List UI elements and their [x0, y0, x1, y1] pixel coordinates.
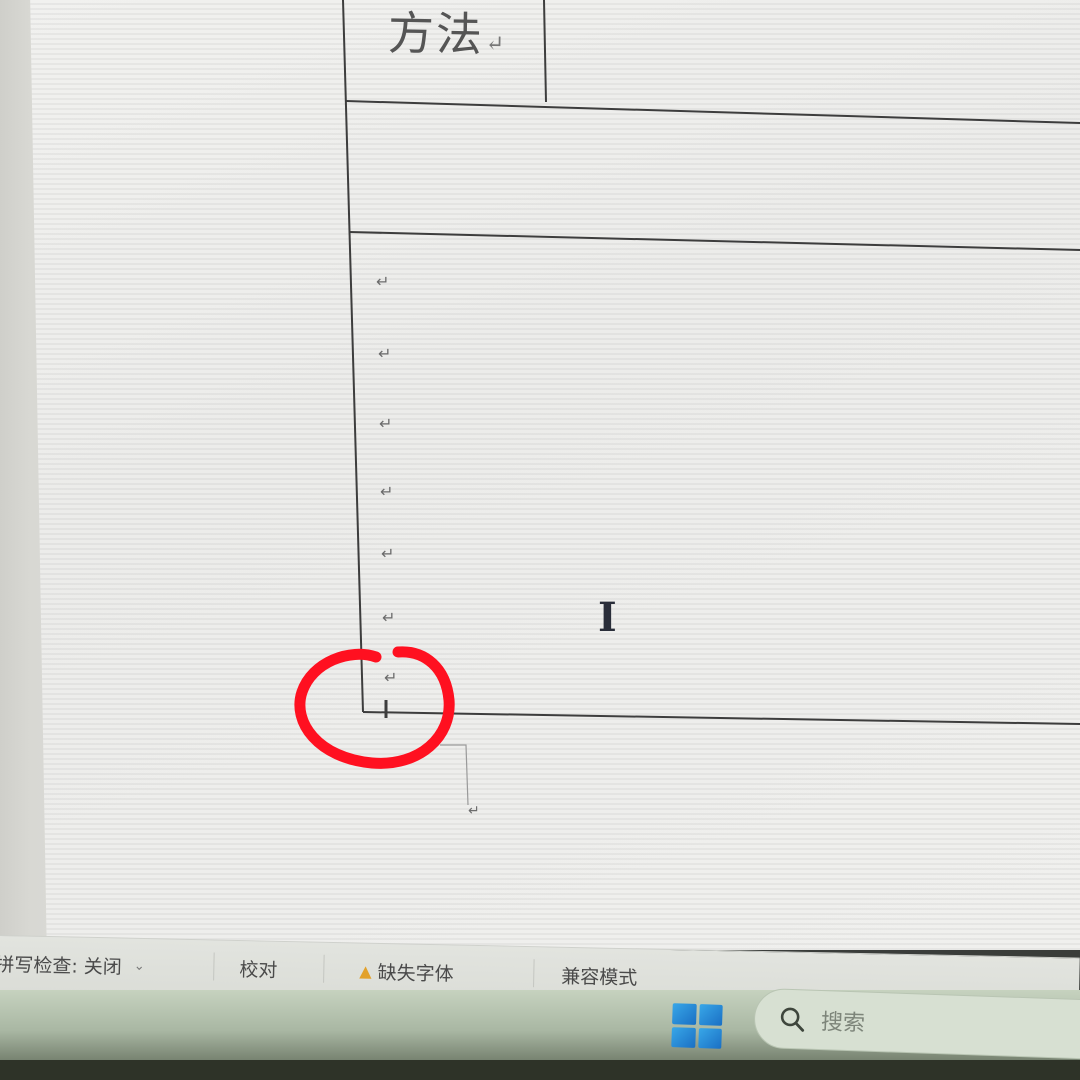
- paragraph-mark: ↵: [384, 668, 398, 687]
- search-placeholder: 搜索: [820, 1010, 866, 1037]
- photo-of-monitor: 方法↵ ↵ ↵ ↵ ↵ ↵ ↵ ↵ ↵ I 拼写检查: 关闭 ⌄ 校对 ▲ 缺失…: [0, 0, 1080, 1080]
- paragraph-mark: ↵: [380, 482, 394, 501]
- spell-check-label: 拼写检查: 关闭: [0, 953, 123, 979]
- proofing-label: 校对: [239, 959, 278, 982]
- table-cell-method[interactable]: 方法↵: [387, 0, 507, 65]
- table-bottom-border: [362, 711, 1080, 725]
- spell-check-status[interactable]: 拼写检查: 关闭 ⌄: [0, 950, 145, 980]
- paragraph-mark: ↵: [379, 414, 393, 433]
- proofing-button[interactable]: 校对: [239, 955, 278, 983]
- magnifier-icon: [777, 1003, 808, 1034]
- table-inner-vertical-border: [543, 0, 547, 103]
- compat-mode-indicator: 兼容模式: [561, 962, 638, 991]
- windows-start-icon[interactable]: [671, 1003, 723, 1049]
- monitor-bezel: [0, 1060, 1080, 1080]
- page-corner-mark: [440, 744, 469, 806]
- table-left-border: [342, 0, 364, 713]
- status-divider: [213, 952, 215, 981]
- table-row-border-2: [348, 231, 1080, 251]
- missing-fonts-label: 缺失字体: [377, 961, 454, 986]
- paragraph-mark: ↵: [381, 544, 395, 563]
- document-table[interactable]: [0, 0, 1080, 1080]
- cell-text-label: 方法: [387, 5, 485, 62]
- compat-mode-label: 兼容模式: [561, 965, 638, 990]
- paragraph-mark: ↵: [378, 344, 392, 363]
- paragraph-mark: ↵: [468, 803, 480, 819]
- taskbar-search-box[interactable]: 搜索: [753, 987, 1080, 1061]
- paragraph-mark: ↵: [376, 272, 390, 291]
- table-row-border-1: [345, 100, 1080, 124]
- missing-fonts-button[interactable]: ▲ 缺失字体: [359, 958, 454, 987]
- text-cursor-ibeam-icon: I: [598, 594, 617, 641]
- paragraph-mark: ↵: [485, 31, 507, 58]
- warning-triangle-icon: ▲: [359, 961, 372, 981]
- document-workspace: 方法↵ ↵ ↵ ↵ ↵ ↵ ↵ ↵ ↵ I: [0, 0, 1080, 950]
- chevron-down-icon: ⌄: [133, 958, 145, 975]
- status-divider: [533, 959, 535, 988]
- paragraph-mark: ↵: [382, 608, 396, 627]
- status-divider: [323, 954, 325, 983]
